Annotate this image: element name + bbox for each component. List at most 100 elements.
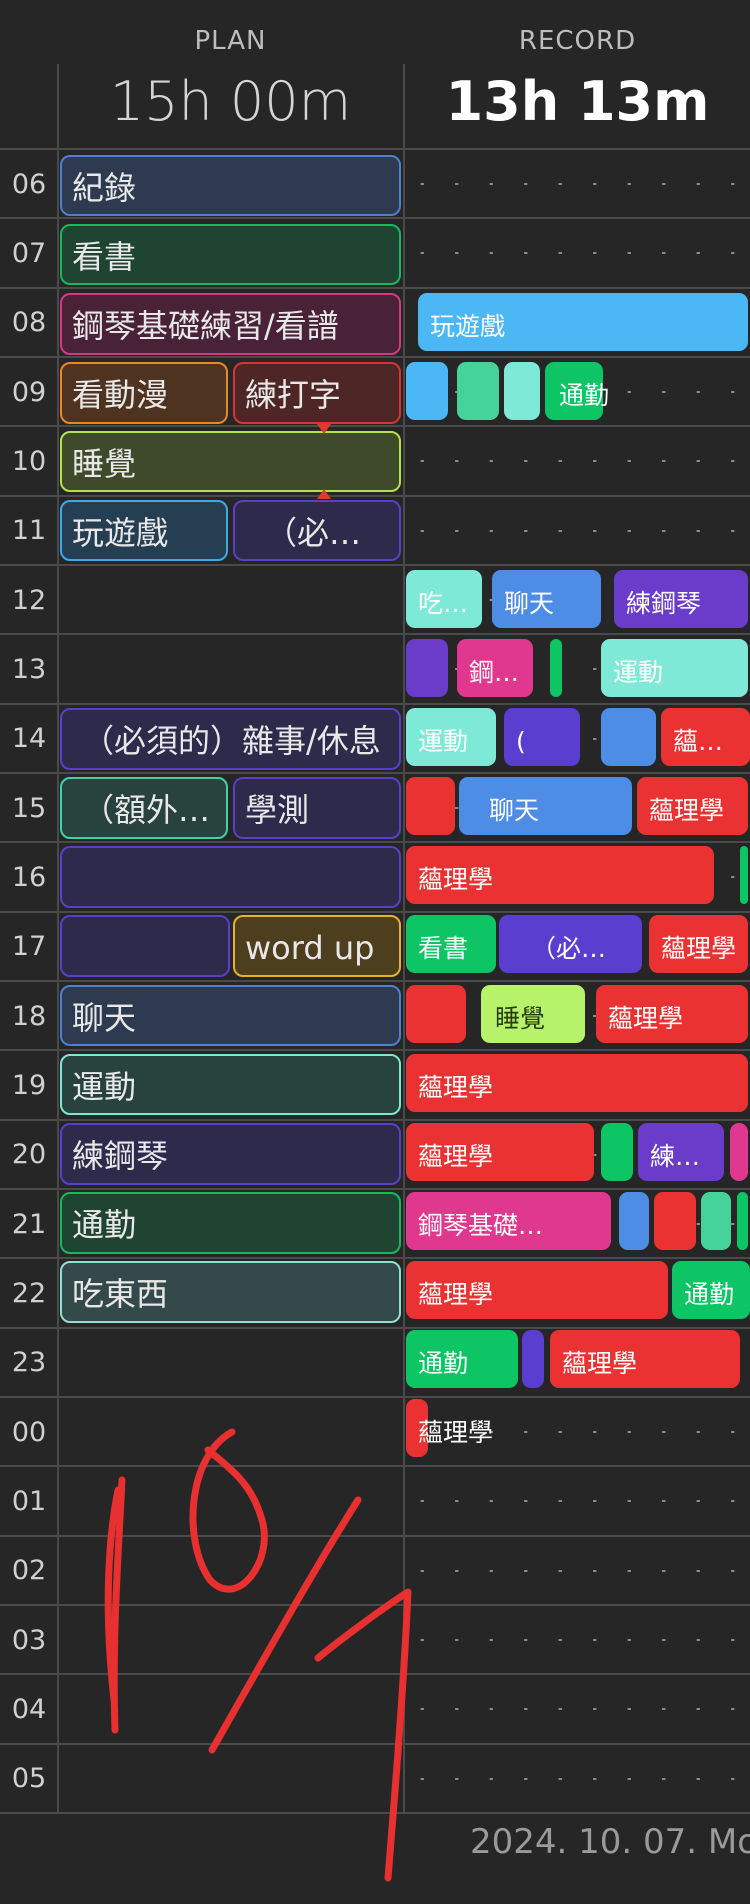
plan-block-reading[interactable]: 看書 — [60, 224, 401, 285]
record-block[interactable] — [457, 362, 499, 420]
record-block-exercise[interactable]: 運動 — [406, 708, 496, 766]
half-hour-dots — [405, 252, 750, 254]
record-block[interactable] — [406, 639, 448, 697]
hour-label: 23 — [11, 1347, 47, 1378]
record-block-commute[interactable]: 通勤 — [672, 1261, 750, 1319]
half-hour-dots — [405, 183, 750, 185]
record-block-commute[interactable]: 通勤 — [545, 362, 609, 420]
half-hour-dots — [405, 460, 750, 462]
record-block-study[interactable]: 蘊理學 — [596, 985, 748, 1043]
hour-label: 14 — [11, 723, 47, 754]
record-block-eating[interactable]: 吃… — [406, 570, 482, 628]
hour-gridline — [0, 1188, 750, 1190]
plan-block-empty[interactable] — [60, 846, 401, 908]
hour-label: 02 — [11, 1555, 47, 1586]
hour-gridline — [0, 356, 750, 358]
hour-label: 01 — [11, 1486, 47, 1517]
hour-label: 16 — [11, 862, 47, 893]
current-time-marker-icon — [317, 489, 331, 499]
record-block[interactable] — [740, 846, 748, 904]
plan-block-exam[interactable]: 學測 — [233, 777, 401, 839]
plan-block-word-up[interactable]: word up — [233, 915, 401, 977]
hour-gridline — [0, 564, 750, 566]
record-block[interactable] — [730, 1123, 748, 1181]
record-block[interactable] — [619, 1192, 649, 1250]
record-block-exercise[interactable]: 運動 — [601, 639, 748, 697]
record-block[interactable] — [601, 708, 656, 766]
record-block[interactable] — [737, 1192, 748, 1250]
plan-block-chores[interactable]: （必須… — [233, 500, 401, 561]
record-block-sleep[interactable]: 睡覺 — [481, 985, 585, 1043]
half-hour-dots — [405, 1778, 750, 1780]
record-block[interactable] — [701, 1192, 731, 1250]
plan-block-piano-practice[interactable]: 練鋼琴 — [60, 1123, 401, 1185]
half-hour-dots — [405, 1500, 750, 1502]
hour-label: 05 — [11, 1763, 47, 1794]
record-block-study[interactable]: 蘊理學 — [406, 1399, 493, 1457]
record-block[interactable] — [601, 1123, 633, 1181]
record-block-study[interactable]: 蘊理學 — [550, 1330, 740, 1388]
record-block-piano-basics[interactable]: 鋼… — [457, 639, 533, 697]
plan-block-empty[interactable] — [60, 915, 230, 977]
plan-block-typing[interactable]: 練打字 — [233, 362, 401, 424]
current-time-marker-icon — [317, 424, 331, 434]
record-block-piano-basics[interactable]: 鋼琴基礎… — [406, 1192, 611, 1250]
half-hour-dots — [405, 1639, 750, 1641]
record-block-study[interactable]: 蘊理學 — [406, 1261, 668, 1319]
record-block-piano-practice[interactable]: 練鋼琴 — [614, 570, 748, 628]
record-block-chores[interactable]: （必… — [499, 915, 642, 973]
hour-gridline — [0, 425, 750, 427]
plan-block-chores-rest[interactable]: （必須的）雜事/休息 — [60, 708, 401, 770]
plan-block-sleep[interactable]: 睡覺 — [60, 431, 401, 492]
record-block[interactable] — [406, 362, 448, 420]
hour-gridline — [0, 1535, 750, 1537]
record-block-study[interactable]: 蘊理學 — [661, 708, 750, 766]
record-block-commute[interactable]: 通勤 — [406, 1330, 518, 1388]
record-block[interactable] — [406, 777, 455, 835]
record-block-study[interactable]: 蘊理學 — [406, 1054, 748, 1112]
record-block-study[interactable]: 蘊理學 — [406, 846, 714, 904]
record-block-study[interactable]: 蘊理學 — [406, 1123, 594, 1181]
plan-block-exercise[interactable]: 運動 — [60, 1054, 401, 1115]
date-label: 2024. 10. 07. Mon — [470, 1822, 750, 1862]
hour-gridline — [0, 495, 750, 497]
hour-label: 15 — [11, 793, 47, 824]
hour-gridline — [0, 287, 750, 289]
record-block-chores[interactable]: ( — [504, 708, 580, 766]
half-hour-dots — [405, 1708, 750, 1710]
record-block-chat[interactable]: 聊天 — [492, 570, 601, 628]
record-block-piano-practice[interactable]: 練… — [638, 1123, 724, 1181]
plan-record-divider — [403, 64, 405, 1812]
hour-gridline — [0, 1119, 750, 1121]
record-block-chat[interactable]: 聊天 — [459, 777, 632, 835]
plan-block-record[interactable]: 紀錄 — [60, 155, 401, 216]
record-block[interactable] — [550, 639, 562, 697]
plan-block-commute[interactable]: 通勤 — [60, 1192, 401, 1254]
hour-gridline — [0, 1604, 750, 1606]
plan-block-extra[interactable]: （額外… — [60, 777, 228, 839]
record-block-study[interactable]: 蘊理學 — [637, 777, 748, 835]
record-block[interactable] — [522, 1330, 544, 1388]
record-block[interactable] — [406, 985, 466, 1043]
plan-block-anime[interactable]: 看動漫 — [60, 362, 228, 424]
hour-label: 19 — [11, 1070, 47, 1101]
record-block[interactable] — [504, 362, 540, 420]
half-hour-dots — [405, 530, 750, 532]
hour-label: 03 — [11, 1625, 47, 1656]
hour-gridline — [0, 841, 750, 843]
plan-block-piano-basics[interactable]: 鋼琴基礎練習/看譜 — [60, 293, 401, 355]
handwriting-stroke — [189, 1428, 268, 1593]
plan-block-gaming[interactable]: 玩遊戲 — [60, 500, 228, 561]
record-block-gaming[interactable]: 玩遊戲 — [418, 293, 748, 351]
hour-label: 22 — [11, 1278, 47, 1309]
hour-gridline — [0, 703, 750, 705]
handwriting-stroke — [208, 1496, 362, 1754]
hour-label: 08 — [11, 307, 47, 338]
hour-label: 09 — [11, 377, 47, 408]
hour-gridline — [0, 772, 750, 774]
record-block-study[interactable]: 蘊理學 — [649, 915, 748, 973]
record-block[interactable] — [654, 1192, 696, 1250]
record-block-reading[interactable]: 看書 — [406, 915, 496, 973]
plan-block-chat[interactable]: 聊天 — [60, 985, 401, 1046]
plan-block-eating[interactable]: 吃東西 — [60, 1261, 401, 1323]
